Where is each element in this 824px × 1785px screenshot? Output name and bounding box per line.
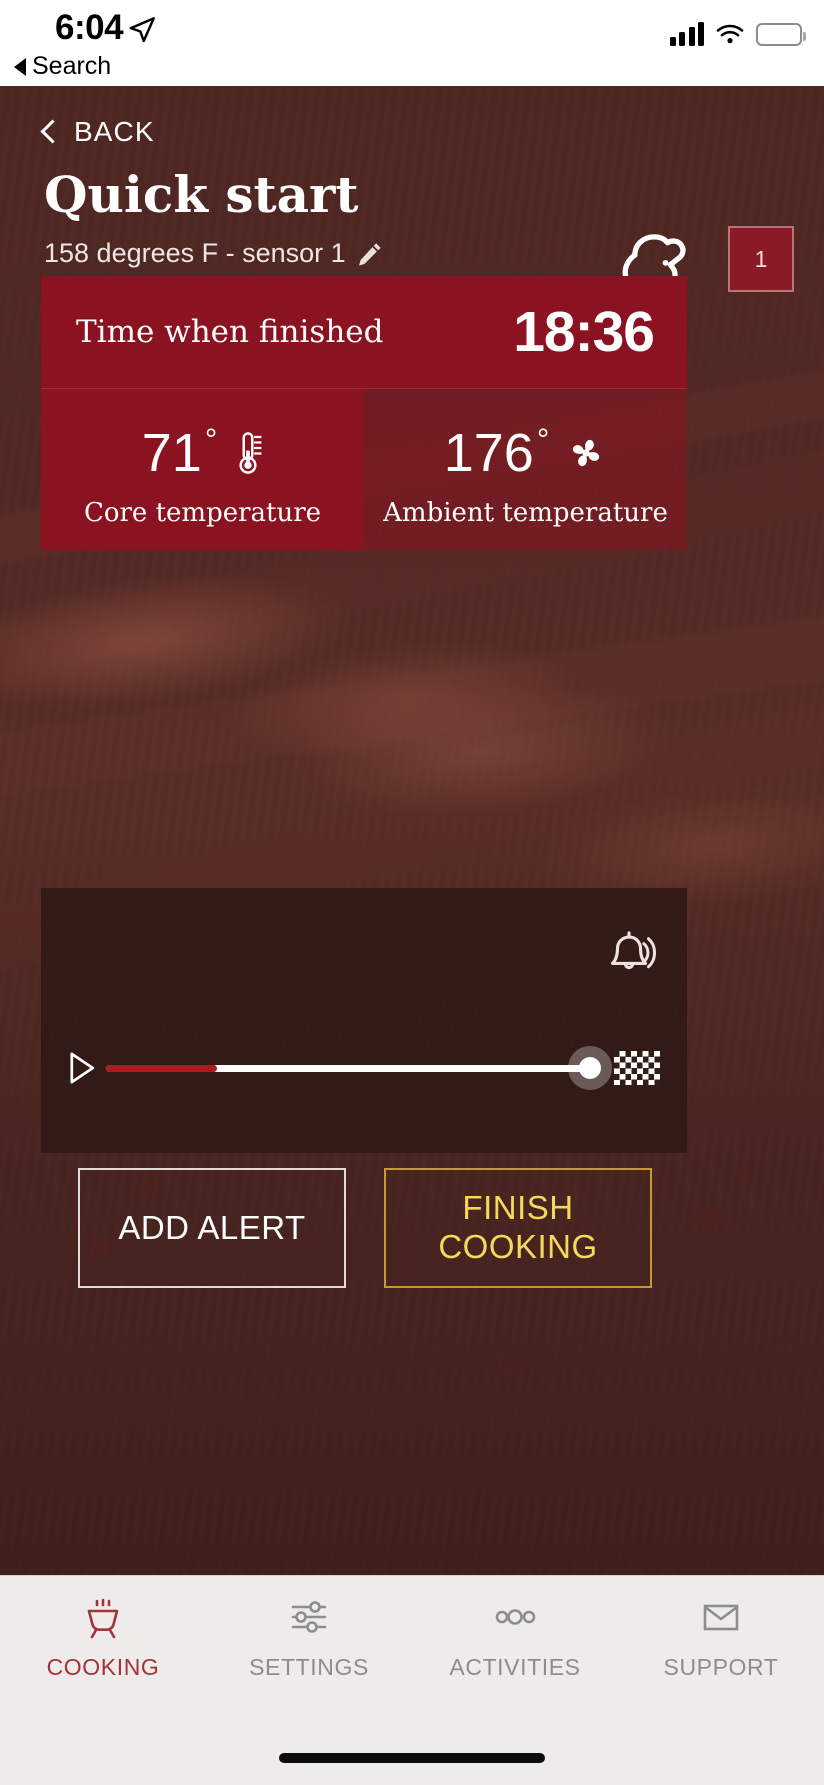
bottom-tab-bar: COOKING SETTINGS ACTIVITIES SUPPORT — [0, 1575, 824, 1785]
back-app-label: Search — [32, 52, 112, 80]
target-subtitle[interactable]: 158 degrees F - sensor 1 — [44, 238, 788, 269]
status-bar: 6:04 Search — [0, 0, 824, 86]
finish-cooking-line1: FINISH — [462, 1189, 574, 1227]
tab-activities[interactable]: ACTIVITIES — [412, 1592, 618, 1724]
ambient-degree-symbol: ° — [536, 421, 550, 457]
battery-icon — [756, 22, 806, 46]
target-subtitle-text: 158 degrees F - sensor 1 — [44, 238, 346, 268]
ambient-temperature-cell[interactable]: 176 ° Ambient temperature — [364, 389, 687, 550]
finish-time-row: Time when finished 18:36 — [41, 276, 687, 389]
bell-ringing-icon — [610, 931, 657, 970]
status-bar-indicators — [669, 22, 806, 46]
cellular-signal-icon — [669, 22, 704, 46]
slider-handle[interactable] — [568, 1046, 612, 1090]
tab-activities-label: ACTIVITIES — [449, 1654, 581, 1680]
pencil-icon[interactable] — [356, 240, 384, 268]
chevron-left-icon — [40, 119, 65, 144]
ambient-temperature-value-group: 176 ° — [444, 418, 608, 488]
cook-progress-panel — [41, 888, 687, 1153]
ambient-temperature-number: 176 — [443, 422, 534, 483]
alarm-button[interactable] — [601, 928, 657, 984]
status-bar-time: 6:04 — [55, 8, 124, 47]
slider-handle-dot — [579, 1057, 601, 1079]
tab-settings-label: SETTINGS — [249, 1654, 369, 1680]
core-temperature-label: Core temperature — [83, 497, 322, 528]
three-circles-icon — [488, 1592, 542, 1642]
cook-status-card: Time when finished 18:36 71 ° Core tempe… — [41, 276, 687, 550]
finish-time-value: 18:36 — [513, 300, 655, 364]
ambient-temperature-label: Ambient temperature — [383, 497, 668, 528]
core-temperature-cell[interactable]: 71 ° Core temperature — [41, 389, 364, 550]
back-button[interactable]: BACK — [40, 116, 788, 148]
core-degree-symbol: ° — [204, 421, 218, 457]
sliders-icon — [285, 1592, 333, 1642]
tab-support[interactable]: SUPPORT — [618, 1592, 824, 1724]
cook-progress-slider[interactable] — [68, 1040, 660, 1096]
app-screen: 6:04 Search BACK Quick start 158 degrees… — [0, 0, 824, 1785]
finish-cooking-label: FINISH COOKING — [438, 1189, 597, 1267]
slider-progress-fill — [106, 1064, 217, 1072]
tab-cooking-label: COOKING — [46, 1654, 160, 1680]
fan-icon — [573, 439, 600, 466]
checkered-flag-icon — [614, 1051, 660, 1085]
tab-cooking[interactable]: COOKING — [0, 1592, 206, 1724]
back-button-label: BACK — [74, 116, 155, 147]
core-temperature-value: 71 ° — [142, 422, 217, 484]
back-triangle-icon — [14, 57, 26, 76]
add-alert-button[interactable]: ADD ALERT — [78, 1168, 346, 1288]
screen-header: BACK Quick start 158 degrees F - sensor … — [0, 86, 824, 269]
tab-list: COOKING SETTINGS ACTIVITIES SUPPORT — [0, 1576, 824, 1724]
core-temperature-number: 71 — [141, 422, 202, 483]
home-indicator[interactable] — [279, 1753, 545, 1763]
thermometer-icon — [239, 431, 262, 474]
back-to-search-link[interactable]: Search — [14, 52, 111, 81]
finish-cooking-line2: COOKING — [438, 1228, 598, 1265]
finish-cooking-button[interactable]: FINISH COOKING — [384, 1168, 652, 1288]
envelope-icon — [694, 1592, 748, 1642]
core-temperature-value-group: 71 ° — [142, 418, 263, 488]
action-button-row: ADD ALERT FINISH COOKING — [78, 1168, 750, 1288]
finish-time-label: Time when finished — [76, 314, 384, 350]
ambient-temperature-value: 176 ° — [444, 422, 550, 484]
tab-support-label: SUPPORT — [663, 1654, 779, 1680]
temperature-row: 71 ° Core temperature 176 ° Ambient temp… — [41, 389, 687, 550]
grill-icon — [79, 1592, 127, 1642]
play-triangle-icon — [70, 1052, 95, 1084]
slider-track-area[interactable] — [106, 1040, 660, 1096]
main-content: BACK Quick start 158 degrees F - sensor … — [0, 86, 824, 1575]
wifi-icon — [716, 24, 744, 44]
location-arrow-icon — [129, 17, 155, 43]
page-title: Quick start — [44, 165, 359, 224]
tab-settings[interactable]: SETTINGS — [206, 1592, 412, 1724]
